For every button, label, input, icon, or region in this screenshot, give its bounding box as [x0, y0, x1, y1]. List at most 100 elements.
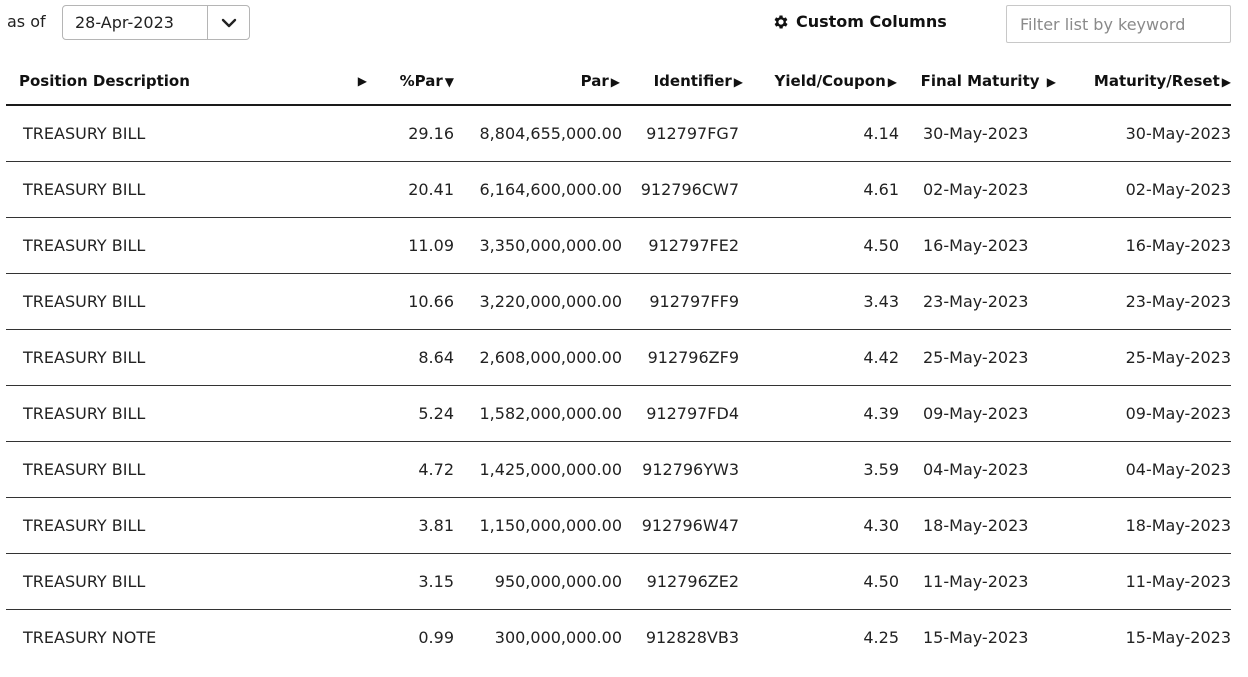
header-yield-coupon[interactable]: Yield/Coupon ▶ [743, 58, 899, 106]
cell-final-maturity: 23-May-2023 [899, 273, 1060, 330]
cell-par: 1,582,000,000.00 [454, 385, 622, 442]
cell-identifier: 912796CW7 [622, 161, 743, 218]
cell-pct-par: 0.99 [418, 627, 454, 647]
cell-description: TREASURY BILL [6, 329, 372, 386]
cell-par: 3,350,000,000.00 [454, 217, 622, 274]
header-label: %Par [399, 72, 443, 90]
holdings-table: Position Description ▶ %Par ▼ Par ▶ Identi… [6, 58, 1231, 665]
cell-maturity-reset: 09-May-2023 [1060, 385, 1231, 442]
header-maturity-reset[interactable]: Maturity/Reset ▶ [1060, 58, 1231, 106]
cell-description: TREASURY BILL [6, 105, 372, 162]
cell-pct-par: 11.09 [372, 217, 454, 274]
header-label: Identifier [653, 72, 732, 90]
cell-par: 8,804,655,000.00 [454, 105, 622, 162]
cell-maturity-reset: 18-May-2023 [1060, 497, 1231, 554]
date-dropdown-toggle[interactable] [207, 6, 249, 39]
cell-pct-par: 5.24 [372, 385, 454, 442]
toolbar: as of 28-Apr-2023 Custom Columns [0, 0, 1248, 50]
cell-yield: 4.30 [743, 497, 899, 554]
cell-par: 950,000,000.00 [454, 553, 622, 610]
cell-final-maturity: 18-May-2023 [899, 497, 1060, 554]
cell-description: TREASURY BILL [6, 553, 372, 610]
sort-arrow-icon: ▶ [610, 75, 620, 89]
cell-description: TREASURY NOTE [23, 627, 157, 647]
cell-final-maturity: 25-May-2023 [899, 329, 1060, 386]
sort-desc-icon: ▼ [444, 75, 454, 89]
header-label: Final Maturity [920, 72, 1040, 90]
custom-columns-label: Custom Columns [796, 12, 947, 31]
header-final-maturity[interactable]: Final Maturity ▶ [899, 58, 1060, 106]
cell-identifier: 912797FG7 [622, 105, 743, 162]
header-label: Yield/Coupon [774, 72, 886, 90]
header-label: Position Description [19, 72, 190, 90]
table-row: TREASURY BILL 3.15 950,000,000.00 912796… [6, 553, 1231, 610]
cell-maturity-reset: 15-May-2023 [1125, 627, 1231, 647]
cell-maturity-reset: 04-May-2023 [1060, 441, 1231, 498]
table-row: TREASURY BILL 5.24 1,582,000,000.00 9127… [6, 385, 1231, 442]
cell-par: 6,164,600,000.00 [454, 161, 622, 218]
cell-yield: 4.61 [743, 161, 899, 218]
cell-yield: 4.50 [743, 217, 899, 274]
cell-yield: 4.42 [743, 329, 899, 386]
cell-identifier: 912796W47 [622, 497, 743, 554]
cell-identifier: 912796ZE2 [622, 553, 743, 610]
cell-maturity-reset: 11-May-2023 [1060, 553, 1231, 610]
header-label: Maturity/Reset [1093, 72, 1220, 90]
header-pct-par[interactable]: %Par ▼ [372, 58, 454, 106]
cell-final-maturity: 30-May-2023 [899, 105, 1060, 162]
cell-par: 1,425,000,000.00 [454, 441, 622, 498]
cell-description: TREASURY BILL [6, 217, 372, 274]
table-row: TREASURY BILL 29.16 8,804,655,000.00 912… [6, 105, 1231, 162]
sort-arrow-icon: ▶ [1046, 75, 1056, 89]
cell-yield: 3.59 [743, 441, 899, 498]
cell-description: TREASURY BILL [6, 385, 372, 442]
cell-identifier: 912797FE2 [622, 217, 743, 274]
cell-yield: 3.43 [743, 273, 899, 330]
cell-maturity-reset: 23-May-2023 [1060, 273, 1231, 330]
custom-columns-button[interactable]: Custom Columns [772, 12, 947, 31]
cell-yield: 4.25 [863, 627, 899, 647]
gear-icon [774, 14, 788, 29]
cell-pct-par: 10.66 [372, 273, 454, 330]
sort-arrow-icon: ▶ [1221, 75, 1231, 89]
cell-final-maturity: 02-May-2023 [899, 161, 1060, 218]
cell-description: TREASURY BILL [6, 273, 372, 330]
table-row: TREASURY BILL 11.09 3,350,000,000.00 912… [6, 217, 1231, 274]
header-identifier[interactable]: Identifier ▶ [622, 58, 743, 106]
table-row: TREASURY BILL 10.66 3,220,000,000.00 912… [6, 273, 1231, 330]
cell-pct-par: 4.72 [372, 441, 454, 498]
cell-par: 3,220,000,000.00 [454, 273, 622, 330]
cell-final-maturity: 09-May-2023 [899, 385, 1060, 442]
cell-identifier: 912828VB3 [645, 627, 739, 647]
table-row: TREASURY BILL 4.72 1,425,000,000.00 9127… [6, 441, 1231, 498]
header-par[interactable]: Par ▶ [454, 58, 622, 106]
cell-final-maturity: 16-May-2023 [899, 217, 1060, 274]
cell-par: 2,608,000,000.00 [454, 329, 622, 386]
sort-arrow-icon: ▶ [733, 75, 743, 89]
cell-pct-par: 29.16 [372, 105, 454, 162]
cell-final-maturity: 15-May-2023 [923, 627, 1029, 647]
table-row: TREASURY BILL 20.41 6,164,600,000.00 912… [6, 161, 1231, 218]
cell-identifier: 912796ZF9 [622, 329, 743, 386]
date-picker[interactable]: 28-Apr-2023 [62, 5, 250, 40]
cell-yield: 4.50 [743, 553, 899, 610]
cell-yield: 4.14 [743, 105, 899, 162]
cell-final-maturity: 11-May-2023 [899, 553, 1060, 610]
cell-description: TREASURY BILL [6, 441, 372, 498]
cell-final-maturity: 04-May-2023 [899, 441, 1060, 498]
cell-pct-par: 20.41 [372, 161, 454, 218]
cell-yield: 4.39 [743, 385, 899, 442]
cell-description: TREASURY BILL [6, 497, 372, 554]
filter-input[interactable] [1006, 5, 1231, 43]
cell-pct-par: 3.15 [372, 553, 454, 610]
as-of-label: as of [7, 12, 46, 31]
table-header-row: Position Description ▶ %Par ▼ Par ▶ Identi… [6, 58, 1231, 106]
sort-arrow-icon: ▶ [357, 74, 367, 88]
cell-identifier: 912796YW3 [622, 441, 743, 498]
date-value: 28-Apr-2023 [75, 13, 174, 32]
header-position-description[interactable]: Position Description ▶ [6, 58, 372, 106]
cell-identifier: 912797FD4 [622, 385, 743, 442]
table-row: TREASURY BILL 3.81 1,150,000,000.00 9127… [6, 497, 1231, 554]
cell-maturity-reset: 30-May-2023 [1060, 105, 1231, 162]
cell-maturity-reset: 25-May-2023 [1060, 329, 1231, 386]
